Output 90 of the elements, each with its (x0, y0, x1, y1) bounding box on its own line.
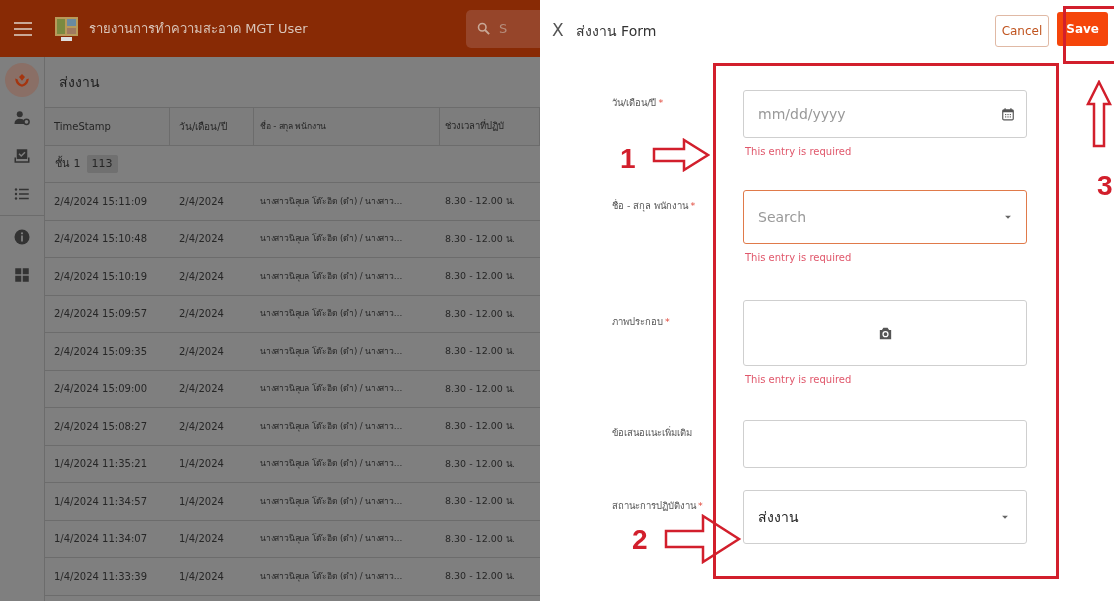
error-message: This entry is required (744, 251, 853, 265)
table-cell-text: 1/4/2024 (178, 494, 225, 509)
arrow-icon (652, 138, 710, 172)
info-icon (13, 228, 31, 246)
table-cell-text: 2/4/2024 (178, 382, 225, 397)
table-cell-text: 2/4/2024 15:11:09 (53, 194, 148, 209)
annotation-number: 2 (632, 526, 648, 554)
table-cell-text: นางสาวนิลุบล โต๊ะอิด (ดำ) / นางสาว… (259, 232, 404, 246)
table-cell-text: 8.30 - 12.00 น. (444, 456, 516, 471)
select-field[interactable]: ส่งงาน (743, 490, 1027, 544)
field-label: ข้อเสนอแนะเพิ่มเติม (612, 427, 692, 438)
table-cell-text: 2/4/2024 15:09:57 (53, 307, 148, 322)
table-cell-text: 8.30 - 12.00 น. (444, 269, 516, 284)
table-cell-text: นางสาวนิลุบล โต๊ะอิด (ดำ) / นางสาว… (259, 194, 404, 208)
form-title: ส่งงาน Form (575, 21, 658, 41)
table-cell-text: 8.30 - 12.00 น. (444, 419, 516, 434)
table-cell-text: นางสาวนิลุบล โต๊ะอิด (ดำ) / นางสาว… (259, 532, 404, 546)
field-label: วัน/เดือน/ปี (612, 97, 657, 108)
annotation-number: 1 (620, 145, 636, 173)
error-message: This entry is required (744, 145, 853, 159)
required-mark: * (698, 500, 703, 511)
field-label: สถานะการปฏิบัติงาน (612, 500, 696, 511)
cancel-button[interactable]: Cancel (994, 15, 1050, 47)
column-header[interactable]: TimeStamp (45, 108, 170, 145)
table-cell-text: 1/4/2024 (178, 569, 225, 584)
sidebar-item[interactable] (5, 63, 39, 97)
table-cell-text: 2/4/2024 15:10:19 (53, 269, 148, 284)
table-cell-text: 2/4/2024 (178, 307, 225, 322)
required-mark: * (658, 97, 664, 108)
table-cell-text: 1/4/2024 11:34:07 (53, 532, 148, 547)
menu-icon (14, 21, 32, 36)
employee-search-field[interactable]: Search (743, 190, 1027, 244)
table-cell-text: 2/4/2024 15:08:27 (53, 419, 148, 434)
list-icon (13, 185, 31, 203)
column-header[interactable]: ชื่อ - สกุล พนักงาน (254, 108, 440, 145)
save-button[interactable]: Save (1057, 12, 1108, 46)
table-cell-text: 2/4/2024 (178, 232, 225, 247)
user-gear-icon (13, 109, 31, 127)
error-message: This entry is required (744, 373, 853, 387)
table-cell-text: นางสาวนิลุบล โต๊ะอิด (ดำ) / นางสาว… (259, 569, 404, 583)
highlight-frame (1063, 6, 1114, 64)
table-cell-text: 2/4/2024 (178, 194, 225, 209)
table-cell-text: 8.30 - 12.00 น. (444, 194, 516, 209)
table-cell-text: 2/4/2024 (178, 269, 225, 284)
table-cell-text: นางสาวนิลุบล โต๊ะอิด (ดำ) / นางสาว… (259, 419, 404, 433)
table-cell-text: 8.30 - 12.00 น. (444, 494, 516, 509)
arrow-icon (664, 514, 742, 564)
table-cell-text: 8.30 - 12.00 น. (444, 569, 516, 584)
table-cell-text: 8.30 - 12.00 น. (444, 381, 516, 396)
text-field[interactable] (743, 420, 1027, 468)
calendar-icon (1001, 106, 1015, 122)
count-badge: 113 (86, 154, 118, 173)
table-cell-text: นางสาวนิลุบล โต๊ะอิด (ดำ) / นางสาว… (259, 382, 404, 396)
logo-icon (54, 15, 79, 42)
required-mark: * (690, 200, 696, 211)
app-title: รายงานการทำความสะอาด MGT User (89, 19, 309, 38)
table-cell-text: นางสาวนิลุบล โต๊ะอิด (ดำ) / นางสาว… (259, 344, 404, 358)
close-button[interactable]: X (548, 18, 568, 44)
search-bar[interactable]: S (466, 9, 540, 48)
table-cell-text: 1/4/2024 11:35:21 (53, 457, 148, 472)
table-cell-text: 2/4/2024 (178, 344, 225, 359)
hands-icon (13, 71, 31, 89)
table-cell-text: 8.30 - 12.00 น. (444, 231, 516, 246)
table-cell-text: 1/4/2024 11:33:39 (53, 569, 148, 584)
required-mark: * (665, 316, 670, 327)
table-cell-text: 8.30 - 12.00 น. (444, 344, 516, 359)
field-label: ชื่อ - สกุล พนักงาน (612, 200, 689, 211)
table-cell-text: 2/4/2024 15:09:00 (53, 382, 148, 397)
grid-icon (13, 266, 31, 284)
search-icon (476, 21, 491, 36)
table-cell-text: นางสาวนิลุบล โต๊ะอิด (ดำ) / นางสาว… (259, 307, 404, 321)
table-cell-text: 1/4/2024 (178, 532, 225, 547)
group-label: ชั้น 1 (55, 155, 81, 172)
table-cell-text: 8.30 - 12.00 น. (444, 306, 516, 321)
table-cell-text: 1/4/2024 (178, 457, 225, 472)
photo-upload-field[interactable] (743, 300, 1027, 366)
field-label: ภาพประกอบ (612, 316, 663, 327)
date-field[interactable]: mm/dd/yyyy (743, 90, 1027, 138)
table-cell-text: นางสาวนิลุบล โต๊ะอิด (ดำ) / นางสาว… (259, 457, 404, 471)
table-cell-text: 1/4/2024 11:34:57 (53, 494, 148, 509)
table-cell-text: 2/4/2024 15:09:35 (53, 344, 148, 359)
table-cell-text: นางสาวนิลุบล โต๊ะอิด (ดำ) / นางสาว… (259, 494, 404, 508)
table-cell-text: นางสาวนิลุบล โต๊ะอิด (ดำ) / นางสาว… (259, 269, 404, 283)
table-cell-text: 8.30 - 12.00 น. (444, 531, 516, 546)
table-cell-text: 2/4/2024 (178, 419, 225, 434)
table-cell-text: 2/4/2024 15:10:48 (53, 232, 148, 247)
tray-check-icon (13, 147, 31, 165)
column-header[interactable]: วัน/เดือน/ปี (170, 108, 254, 145)
arrow-icon (1086, 80, 1112, 148)
annotation-number: 3 (1097, 172, 1113, 200)
